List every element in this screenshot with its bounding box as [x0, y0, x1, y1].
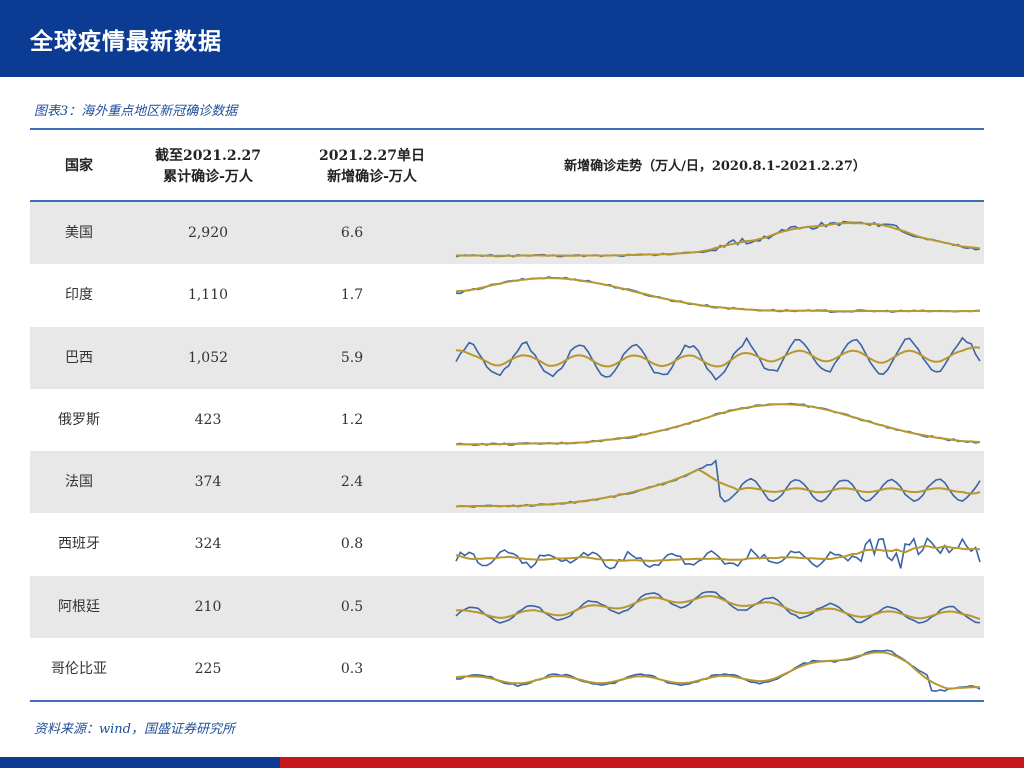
table-row: 法国 374 2.4 — [30, 451, 984, 513]
table-row: 西班牙 324 0.8 — [30, 513, 984, 575]
cumulative-cell: 374 — [194, 474, 222, 490]
trend-line-average — [455, 345, 981, 367]
trend-sparkline — [455, 459, 981, 508]
trend-sparkline — [455, 649, 981, 692]
trend-line-average — [455, 545, 981, 563]
country-cell: 俄罗斯 — [58, 411, 100, 428]
table-bottom-rule — [30, 700, 984, 702]
new-cases-cell: 0.3 — [340, 660, 364, 677]
trend-line-daily — [455, 590, 981, 624]
figure-caption: 图表3：海外重点地区新冠确诊数据 — [34, 104, 238, 119]
table-row: 哥伦比亚 225 0.3 — [30, 638, 984, 700]
new-cases-cell: 2.4 — [340, 474, 364, 490]
trend-line-daily — [455, 220, 981, 258]
col-header-new: 2021.2.27单日 新增确诊-万人 — [292, 146, 452, 188]
trend-line-average — [455, 277, 981, 313]
cumulative-cell: 1,052 — [187, 349, 229, 366]
trend-line-daily — [455, 402, 981, 446]
page-title: 全球疫情最新数据 — [30, 29, 222, 55]
trend-sparkline — [455, 336, 981, 381]
cumulative-cell: 1,110 — [187, 287, 229, 304]
cumulative-cell: 423 — [194, 411, 222, 428]
col-header-cumulative: 截至2021.2.27 累计确诊-万人 — [148, 146, 268, 188]
new-cases-cell: 1.2 — [340, 411, 364, 428]
trend-line-average — [456, 221, 981, 257]
table-top-rule — [30, 128, 984, 130]
country-cell: 巴西 — [65, 349, 93, 366]
trend-line-daily — [456, 649, 981, 692]
new-cases-cell: 1.7 — [340, 287, 364, 304]
footer-red-bar — [280, 757, 1024, 768]
table-row: 俄罗斯 423 1.2 — [30, 389, 984, 451]
cumulative-cell: 225 — [194, 660, 222, 677]
col-header-new-line2: 新增确诊-万人 — [327, 169, 417, 185]
source-note: 资料来源：wind，国盛证券研究所 — [34, 722, 235, 737]
cumulative-cell: 210 — [194, 598, 222, 615]
trend-sparkline — [455, 402, 981, 446]
trend-line-average — [455, 594, 981, 620]
col-header-new-line1: 2021.2.27单日 — [319, 148, 425, 164]
cumulative-cell: 324 — [194, 536, 222, 553]
country-cell: 阿根廷 — [58, 598, 100, 615]
trend-line-daily — [455, 537, 981, 570]
new-cases-cell: 5.9 — [340, 349, 364, 366]
col-header-trend: 新增确诊走势（万人/日，2020.8.1-2021.2.27） — [470, 156, 960, 177]
country-cell: 美国 — [65, 225, 93, 241]
table-row: 印度 1,110 1.7 — [30, 264, 984, 326]
table-row: 阿根廷 210 0.5 — [30, 575, 984, 638]
new-cases-cell: 0.5 — [340, 598, 364, 615]
trend-line-daily — [455, 459, 981, 508]
new-cases-cell: 0.8 — [340, 536, 364, 553]
new-cases-cell: 6.6 — [340, 225, 364, 241]
col-header-country-text: 国家 — [65, 158, 93, 174]
trend-sparkline — [455, 537, 981, 570]
trend-sparkline — [455, 220, 981, 258]
col-header-cumulative-line2: 累计确诊-万人 — [163, 169, 253, 185]
header-bar: 全球疫情最新数据 — [0, 0, 1024, 77]
col-header-cumulative-line1: 截至2021.2.27 — [155, 148, 261, 164]
trend-sparkline — [455, 276, 981, 314]
cumulative-cell: 2,920 — [187, 225, 229, 241]
country-cell: 西班牙 — [58, 536, 100, 553]
table-row: 美国 2,920 6.6 — [30, 202, 984, 264]
col-header-country: 国家 — [30, 156, 128, 177]
country-cell: 哥伦比亚 — [51, 660, 107, 677]
table-row: 巴西 1,052 5.9 — [30, 326, 984, 389]
trend-line-average — [455, 402, 980, 446]
col-header-trend-text: 新增确诊走势（万人/日，2020.8.1-2021.2.27） — [564, 159, 866, 174]
country-cell: 法国 — [65, 474, 93, 490]
footer-blue-bar — [0, 757, 280, 768]
country-cell: 印度 — [65, 287, 93, 304]
trend-sparkline — [455, 590, 981, 624]
